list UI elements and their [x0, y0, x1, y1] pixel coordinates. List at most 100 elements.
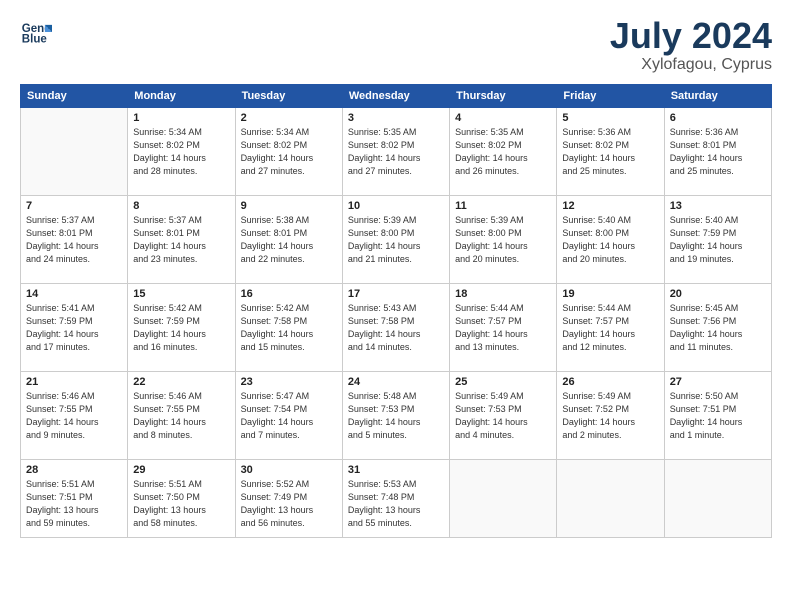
day-number: 5 — [562, 112, 658, 124]
day-info: Sunrise: 5:46 AMSunset: 7:55 PMDaylight:… — [133, 390, 229, 442]
day-info: Sunrise: 5:47 AMSunset: 7:54 PMDaylight:… — [241, 390, 337, 442]
weekday-header-row: Sunday Monday Tuesday Wednesday Thursday… — [21, 84, 772, 107]
table-row — [664, 459, 771, 537]
calendar-subtitle: Xylofagou, Cyprus — [610, 56, 772, 74]
day-info: Sunrise: 5:35 AMSunset: 8:02 PMDaylight:… — [348, 126, 444, 178]
day-number: 22 — [133, 376, 229, 388]
day-info: Sunrise: 5:35 AMSunset: 8:02 PMDaylight:… — [455, 126, 551, 178]
day-number: 3 — [348, 112, 444, 124]
day-info: Sunrise: 5:41 AMSunset: 7:59 PMDaylight:… — [26, 302, 122, 354]
header-friday: Friday — [557, 84, 664, 107]
table-row: 8Sunrise: 5:37 AMSunset: 8:01 PMDaylight… — [128, 195, 235, 283]
day-number: 26 — [562, 376, 658, 388]
svg-text:Blue: Blue — [22, 34, 48, 46]
table-row: 2 Sunrise: 5:34 AMSunset: 8:02 PMDaylight… — [235, 107, 342, 195]
day-number: 30 — [241, 464, 337, 476]
day-info: Sunrise: 5:39 AMSunset: 8:00 PMDaylight:… — [455, 214, 551, 266]
logo-icon: General Blue — [20, 16, 52, 48]
table-row: 23Sunrise: 5:47 AMSunset: 7:54 PMDayligh… — [235, 371, 342, 459]
day-number: 27 — [670, 376, 766, 388]
day-info: Sunrise: 5:36 AMSunset: 8:01 PMDaylight:… — [670, 126, 766, 178]
day-number: 21 — [26, 376, 122, 388]
header-monday: Monday — [128, 84, 235, 107]
day-info: Sunrise: 5:43 AMSunset: 7:58 PMDaylight:… — [348, 302, 444, 354]
day-info: Sunrise: 5:49 AMSunset: 7:53 PMDaylight:… — [455, 390, 551, 442]
day-number: 25 — [455, 376, 551, 388]
day-info: Sunrise: 5:46 AMSunset: 7:55 PMDaylight:… — [26, 390, 122, 442]
day-number: 28 — [26, 464, 122, 476]
day-info: Sunrise: 5:34 AMSunset: 8:02 PMDaylight:… — [133, 126, 229, 178]
day-info: Sunrise: 5:37 AMSunset: 8:01 PMDaylight:… — [26, 214, 122, 266]
header-thursday: Thursday — [450, 84, 557, 107]
day-number: 12 — [562, 200, 658, 212]
day-info: Sunrise: 5:38 AMSunset: 8:01 PMDaylight:… — [241, 214, 337, 266]
table-row: 9 Sunrise: 5:38 AMSunset: 8:01 PMDaylight… — [235, 195, 342, 283]
table-row: 22 Sunrise: 5:46 AMSunset: 7:55 PMDayligh… — [128, 371, 235, 459]
table-row: 12 Sunrise: 5:40 AMSunset: 8:00 PMDayligh… — [557, 195, 664, 283]
day-number: 31 — [348, 464, 444, 476]
table-row: 14 Sunrise: 5:41 AMSunset: 7:59 PMDayligh… — [21, 283, 128, 371]
table-row: 11 Sunrise: 5:39 AMSunset: 8:00 PMDayligh… — [450, 195, 557, 283]
day-number: 2 — [241, 112, 337, 124]
day-number: 18 — [455, 288, 551, 300]
day-info: Sunrise: 5:40 AMSunset: 7:59 PMDaylight:… — [670, 214, 766, 266]
table-row: 21 Sunrise: 5:46 AMSunset: 7:55 PMDayligh… — [21, 371, 128, 459]
table-row: 7 Sunrise: 5:37 AMSunset: 8:01 PMDaylight… — [21, 195, 128, 283]
table-row: 24 Sunrise: 5:48 AMSunset: 7:53 PMDayligh… — [342, 371, 449, 459]
day-info: Sunrise: 5:40 AMSunset: 8:00 PMDaylight:… — [562, 214, 658, 266]
table-row: 5 Sunrise: 5:36 AMSunset: 8:02 PMDaylight… — [557, 107, 664, 195]
day-number: 7 — [26, 200, 122, 212]
table-row: 26 Sunrise: 5:49 AMSunset: 7:52 PMDayligh… — [557, 371, 664, 459]
day-number: 16 — [241, 288, 337, 300]
table-row: 6 Sunrise: 5:36 AMSunset: 8:01 PMDaylight… — [664, 107, 771, 195]
day-number: 10 — [348, 200, 444, 212]
day-info: Sunrise: 5:36 AMSunset: 8:02 PMDaylight:… — [562, 126, 658, 178]
day-number: 11 — [455, 200, 551, 212]
day-number: 29 — [133, 464, 229, 476]
table-row: 10 Sunrise: 5:39 AMSunset: 8:00 PMDayligh… — [342, 195, 449, 283]
day-info: Sunrise: 5:50 AMSunset: 7:51 PMDaylight:… — [670, 390, 766, 442]
day-info: Sunrise: 5:45 AMSunset: 7:56 PMDaylight:… — [670, 302, 766, 354]
day-info: Sunrise: 5:49 AMSunset: 7:52 PMDaylight:… — [562, 390, 658, 442]
day-info: Sunrise: 5:44 AMSunset: 7:57 PMDaylight:… — [455, 302, 551, 354]
day-number: 14 — [26, 288, 122, 300]
calendar-table: Sunday Monday Tuesday Wednesday Thursday… — [20, 84, 772, 538]
table-row — [21, 107, 128, 195]
header-sunday: Sunday — [21, 84, 128, 107]
page: General Blue General Blue July 2024 Xylo… — [0, 0, 792, 612]
header-saturday: Saturday — [664, 84, 771, 107]
calendar-title: July 2024 — [610, 16, 772, 56]
day-number: 24 — [348, 376, 444, 388]
day-info: Sunrise: 5:39 AMSunset: 8:00 PMDaylight:… — [348, 214, 444, 266]
table-row: 31 Sunrise: 5:53 AMSunset: 7:48 PMDayligh… — [342, 459, 449, 537]
day-info: Sunrise: 5:44 AMSunset: 7:57 PMDaylight:… — [562, 302, 658, 354]
day-number: 6 — [670, 112, 766, 124]
table-row: 1 Sunrise: 5:34 AMSunset: 8:02 PMDaylight… — [128, 107, 235, 195]
table-row: 13Sunrise: 5:40 AMSunset: 7:59 PMDayligh… — [664, 195, 771, 283]
title-block: July 2024 Xylofagou, Cyprus — [610, 16, 772, 74]
day-number: 9 — [241, 200, 337, 212]
table-row: 18 Sunrise: 5:44 AMSunset: 7:57 PMDayligh… — [450, 283, 557, 371]
table-row: 30Sunrise: 5:52 AMSunset: 7:49 PMDayligh… — [235, 459, 342, 537]
day-number: 19 — [562, 288, 658, 300]
day-info: Sunrise: 5:48 AMSunset: 7:53 PMDaylight:… — [348, 390, 444, 442]
day-info: Sunrise: 5:51 AMSunset: 7:51 PMDaylight:… — [26, 478, 122, 530]
table-row: 19 Sunrise: 5:44 AMSunset: 7:57 PMDayligh… — [557, 283, 664, 371]
day-info: Sunrise: 5:37 AMSunset: 8:01 PMDaylight:… — [133, 214, 229, 266]
header-tuesday: Tuesday — [235, 84, 342, 107]
day-number: 15 — [133, 288, 229, 300]
table-row: 25 Sunrise: 5:49 AMSunset: 7:53 PMDayligh… — [450, 371, 557, 459]
table-row: 15Sunrise: 5:42 AMSunset: 7:59 PMDayligh… — [128, 283, 235, 371]
day-number: 1 — [133, 112, 229, 124]
table-row: 27 Sunrise: 5:50 AMSunset: 7:51 PMDayligh… — [664, 371, 771, 459]
day-info: Sunrise: 5:34 AMSunset: 8:02 PMDaylight:… — [241, 126, 337, 178]
header-wednesday: Wednesday — [342, 84, 449, 107]
table-row: 20 Sunrise: 5:45 AMSunset: 7:56 PMDayligh… — [664, 283, 771, 371]
table-row: 28 Sunrise: 5:51 AMSunset: 7:51 PMDayligh… — [21, 459, 128, 537]
day-number: 20 — [670, 288, 766, 300]
table-row: 17 Sunrise: 5:43 AMSunset: 7:58 PMDayligh… — [342, 283, 449, 371]
day-info: Sunrise: 5:51 AMSunset: 7:50 PMDaylight:… — [133, 478, 229, 530]
table-row — [557, 459, 664, 537]
day-info: Sunrise: 5:53 AMSunset: 7:48 PMDaylight:… — [348, 478, 444, 530]
day-number: 17 — [348, 288, 444, 300]
